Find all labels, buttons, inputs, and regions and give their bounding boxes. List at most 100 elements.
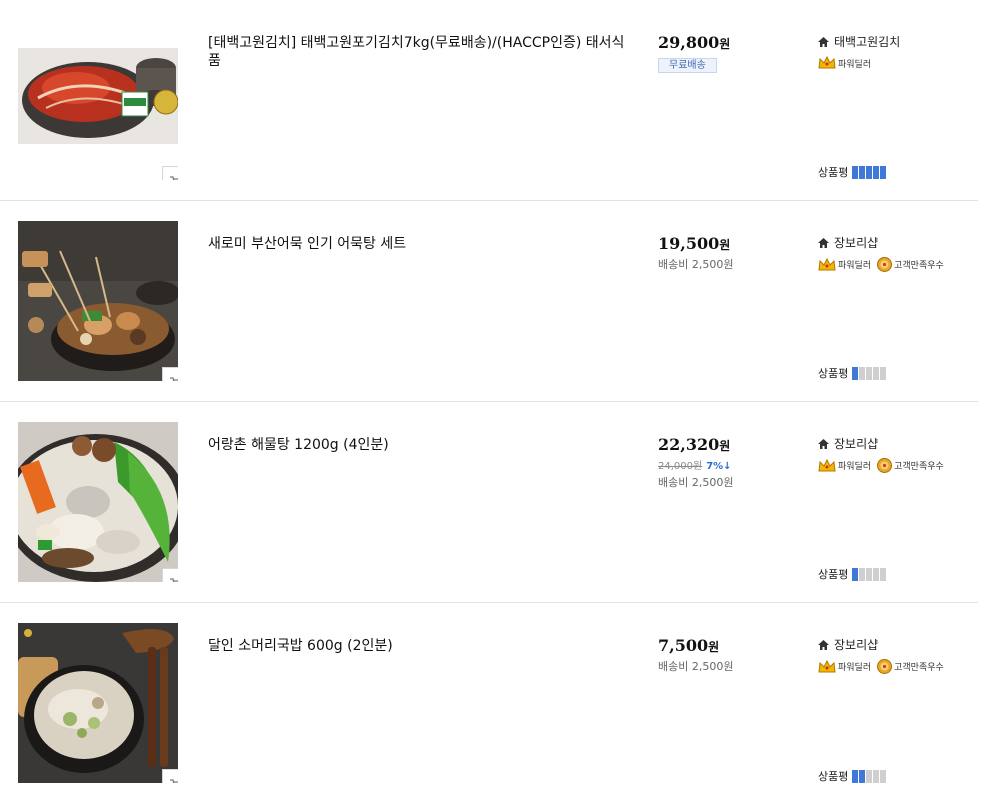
home-icon [818,238,829,248]
seller-badges: 파워딜러 고객만족우수 [818,257,978,272]
product-rating: 상품평 [818,365,887,381]
product-title[interactable]: 어랑촌 해물탕 1200g (4인분) [208,436,628,454]
power-dealer-badge: 파워딜러 [818,659,871,674]
product-rating: 상품평 [818,768,887,784]
free-shipping-badge: 무료배송 [658,58,717,73]
rating-label: 상품평 [818,568,849,581]
rating-label: 상품평 [818,166,849,179]
cart-icon [169,577,178,582]
rating-bars [852,366,887,380]
shop-name: 장보리샵 [834,437,879,451]
seller-info: 장보리샵 파워딜러 고객만족우수 [818,235,978,272]
add-to-cart-button[interactable] [162,166,178,180]
product-image-gukbap[interactable] [18,623,178,783]
rating-bar-3 [866,366,873,380]
rating-bars [852,567,887,581]
price: 29,800원 [658,33,731,52]
cart-icon [169,175,178,180]
seller-info: 장보리샵 파워딜러 고객만족우수 [818,637,978,674]
rating-bar-3 [866,567,873,581]
home-icon [818,439,829,449]
product-row: 어랑촌 해물탕 1200g (4인분) 22,320원 24,000원 7%↓ 배… [0,402,978,603]
rating-bar-3 [866,165,873,179]
customer-satisfaction-badge: 고객만족우수 [877,659,944,674]
rating-bar-5 [880,567,887,581]
power-dealer-badge: 파워딜러 [818,458,871,473]
shipping-fee: 배송비 2,500원 [658,258,734,271]
customer-satisfaction-badge: 고객만족우수 [877,458,944,473]
product-title[interactable]: 달인 소머리국밥 600g (2인분) [208,637,628,655]
product-title[interactable]: 새로미 부산어묵 인기 어묵탕 세트 [208,235,628,253]
product-list: [태백고원김치] 태백고원포기김치7kg(무료배송)/(HACCP인증) 태서식… [0,0,978,804]
product-rating: 상품평 [818,566,887,582]
product-image-kimchi[interactable] [18,20,178,180]
rating-bar-4 [873,769,880,783]
medal-icon [877,458,893,473]
rating-bar-2 [859,769,866,783]
product-row: 달인 소머리국밥 600g (2인분) 7,500원 배송비 2,500원 장보… [0,603,978,804]
seller-badges: 파워딜러 [818,56,978,70]
rating-bar-1 [852,366,859,380]
power-dealer-badge: 파워딜러 [818,56,871,70]
shop-name: 장보리샵 [834,236,879,250]
price: 22,320원 [658,435,731,454]
shop-link[interactable]: 장보리샵 [818,436,978,452]
home-icon [818,640,829,650]
rating-bar-1 [852,769,859,783]
shop-name: 태백고원김치 [834,35,901,49]
add-to-cart-button[interactable] [162,769,178,783]
rating-bar-5 [880,769,887,783]
add-to-cart-button[interactable] [162,568,178,582]
rating-bars [852,769,887,783]
rating-bar-4 [873,567,880,581]
add-to-cart-button[interactable] [162,367,178,381]
rating-bar-1 [852,165,859,179]
discount-rate: 7%↓ [706,461,732,472]
price-box: 19,500원 배송비 2,500원 [658,235,798,272]
rating-bar-3 [866,769,873,783]
rating-bar-4 [873,366,880,380]
product-row: 새로미 부산어묵 인기 어묵탕 세트 19,500원 배송비 2,500원 장보… [0,201,978,402]
shipping-fee: 배송비 2,500원 [658,476,734,489]
home-icon [818,37,829,47]
shop-link[interactable]: 장보리샵 [818,637,978,653]
product-rating: 상품평 [818,164,887,180]
shop-link[interactable]: 장보리샵 [818,235,978,251]
product-image-seafood[interactable] [18,422,178,582]
rating-bar-1 [852,567,859,581]
product-image-fishcake[interactable] [18,221,178,381]
power-dealer-badge: 파워딜러 [818,257,871,272]
product-title[interactable]: [태백고원김치] 태백고원포기김치7kg(무료배송)/(HACCP인증) 태서식… [208,34,628,70]
medal-icon [877,257,893,272]
product-row: [태백고원김치] 태백고원포기김치7kg(무료배송)/(HACCP인증) 태서식… [0,0,978,201]
shop-link[interactable]: 태백고원김치 [818,34,978,50]
original-price-value: 24,000원 [658,461,703,472]
seller-badges: 파워딜러 고객만족우수 [818,458,978,473]
rating-bar-2 [859,366,866,380]
rating-label: 상품평 [818,770,849,783]
price: 7,500원 [658,636,720,655]
seller-info: 장보리샵 파워딜러 고객만족우수 [818,436,978,473]
rating-bars [852,165,887,179]
crown-icon [818,257,836,270]
crown-icon [818,458,836,471]
rating-bar-2 [859,165,866,179]
shop-name: 장보리샵 [834,638,879,652]
price: 19,500원 [658,234,731,253]
price-box: 29,800원 무료배송 [658,34,798,73]
cart-icon [169,778,178,783]
rating-bar-2 [859,567,866,581]
original-price: 24,000원 7%↓ [658,457,798,472]
crown-icon [818,659,836,672]
price-box: 22,320원 24,000원 7%↓ 배송비 2,500원 [658,436,798,490]
shipping-fee: 배송비 2,500원 [658,660,734,673]
price-box: 7,500원 배송비 2,500원 [658,637,798,674]
seller-badges: 파워딜러 고객만족우수 [818,659,978,674]
rating-label: 상품평 [818,367,849,380]
crown-icon [818,56,836,69]
customer-satisfaction-badge: 고객만족우수 [877,257,944,272]
rating-bar-4 [873,165,880,179]
rating-bar-5 [880,366,887,380]
cart-icon [169,376,178,381]
medal-icon [877,659,893,674]
